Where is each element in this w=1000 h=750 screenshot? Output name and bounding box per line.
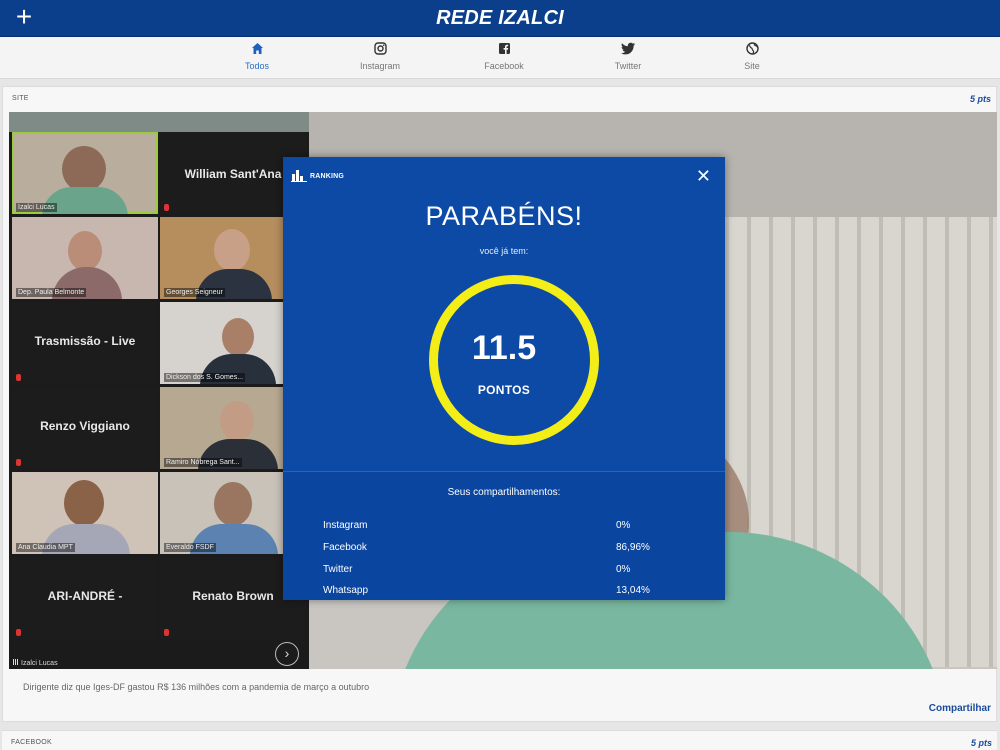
tab-instagram[interactable]: Instagram xyxy=(340,42,420,71)
app-title: REDE IZALCI xyxy=(436,7,564,29)
facebook-icon xyxy=(464,42,544,59)
mic-muted-icon xyxy=(164,629,169,636)
signal-icon xyxy=(13,659,19,665)
active-speaker: Izalci Lucas xyxy=(13,659,58,667)
participant-name: Ramiro Nóbrega Sant... xyxy=(164,458,242,467)
participant-face xyxy=(68,231,102,271)
mic-muted-icon xyxy=(16,374,21,381)
share-link[interactable]: Compartilhar xyxy=(929,703,991,714)
shares-section: Seus compartilhamentos: Instagram 0% Fac… xyxy=(283,472,725,600)
participant-face xyxy=(220,401,254,441)
active-speaker-name: Izalci Lucas xyxy=(21,660,58,667)
shares-title: Seus compartilhamentos: xyxy=(447,487,561,498)
home-icon xyxy=(217,42,297,59)
tab-todos[interactable]: Todos xyxy=(217,42,297,71)
participant-name: ARI-ANDRÉ - xyxy=(47,589,123,603)
share-row-facebook: Facebook 86,96% xyxy=(323,542,653,556)
tab-label: Facebook xyxy=(484,61,524,71)
participant-name: Renzo Viggiano xyxy=(40,419,130,433)
participant-tile: Trasmissão - Live xyxy=(12,302,158,384)
modal-subtitle: você já tem: xyxy=(479,246,529,256)
participant-face xyxy=(64,480,104,526)
instagram-icon xyxy=(340,42,420,59)
next-page-button[interactable]: › xyxy=(275,642,299,666)
participant-tile: Ana Claudia MPT xyxy=(12,472,158,554)
share-row-twitter: Twitter 0% xyxy=(323,564,653,578)
modal-header: RANKING xyxy=(291,168,344,184)
participant-name: Everaldo FSDF xyxy=(164,543,216,552)
participant-tile: ARI-ANDRÉ - xyxy=(12,557,158,639)
participant-face xyxy=(214,482,252,526)
ranking-modal: RANKING ✕ PARABÉNS! você já tem: 11.5 PO… xyxy=(283,157,725,600)
tab-label: Instagram xyxy=(359,61,401,71)
post-points: 5 pts xyxy=(969,94,991,104)
tab-site[interactable]: Site xyxy=(712,42,792,71)
share-value: 86,96% xyxy=(616,542,650,553)
post-caption: Dirigente diz que Iges-DF gastou R$ 136 … xyxy=(23,682,370,692)
post-source: FACEBOOK xyxy=(11,739,52,746)
bar-chart-icon xyxy=(291,168,307,184)
participant-tile: Izalci Lucas xyxy=(12,132,158,214)
participant-name: Izalci Lucas xyxy=(16,203,57,212)
share-value: 0% xyxy=(616,520,631,531)
tab-label: Site xyxy=(744,61,760,71)
close-icon[interactable]: ✕ xyxy=(696,167,711,185)
participant-tile: Renzo Viggiano xyxy=(12,387,158,469)
share-value: 13,04% xyxy=(616,585,650,596)
tab-label: Todos xyxy=(244,61,270,71)
post-source: SITE xyxy=(12,95,29,102)
post-header: SITE 5 pts xyxy=(3,87,996,111)
globe-icon xyxy=(712,42,792,59)
participant-tile: Dep. Paula Belmonte xyxy=(12,217,158,299)
score-unit: PONTOS xyxy=(477,383,531,397)
top-bar: + REDE IZALCI xyxy=(0,0,1000,37)
modal-header-label: RANKING xyxy=(310,172,345,180)
participant-name: Ana Claudia MPT xyxy=(16,543,75,552)
share-label: Whatsapp xyxy=(323,585,369,596)
mic-muted-icon xyxy=(16,459,21,466)
mic-muted-icon xyxy=(16,629,21,636)
share-value: 0% xyxy=(616,564,631,575)
modal-title: PARABÉNS! xyxy=(425,201,583,231)
participant-face xyxy=(62,146,106,192)
mic-muted-icon xyxy=(164,204,169,211)
next-post-card: FACEBOOK 5 pts xyxy=(2,730,997,750)
tab-twitter[interactable]: Twitter xyxy=(588,42,668,71)
participant-name: Georges Seigneur xyxy=(164,288,225,297)
share-label: Instagram xyxy=(323,520,368,531)
share-label: Twitter xyxy=(323,564,353,575)
participant-name: Trasmissão - Live xyxy=(34,334,136,348)
participant-face xyxy=(214,229,250,271)
share-label: Facebook xyxy=(323,542,367,553)
score-value: 11.5 xyxy=(471,329,537,367)
participant-face xyxy=(222,318,254,356)
share-row-instagram: Instagram 0% xyxy=(323,520,653,534)
participant-name: Dep. Paula Belmonte xyxy=(16,288,87,297)
tab-facebook[interactable]: Facebook xyxy=(464,42,544,71)
participant-name: Dickson dos S. Gomes... xyxy=(164,373,246,382)
post-points: 5 pts xyxy=(970,738,992,748)
filter-tabs: Todos Instagram Facebook Twitter Site xyxy=(0,37,1000,79)
twitter-icon xyxy=(588,42,668,59)
share-row-whatsapp: Whatsapp 13,04% xyxy=(323,585,653,599)
tab-label: Twitter xyxy=(614,61,642,71)
video-call-grid: Izalci Lucas William Sant'Ana Dep. Paula… xyxy=(9,132,309,669)
